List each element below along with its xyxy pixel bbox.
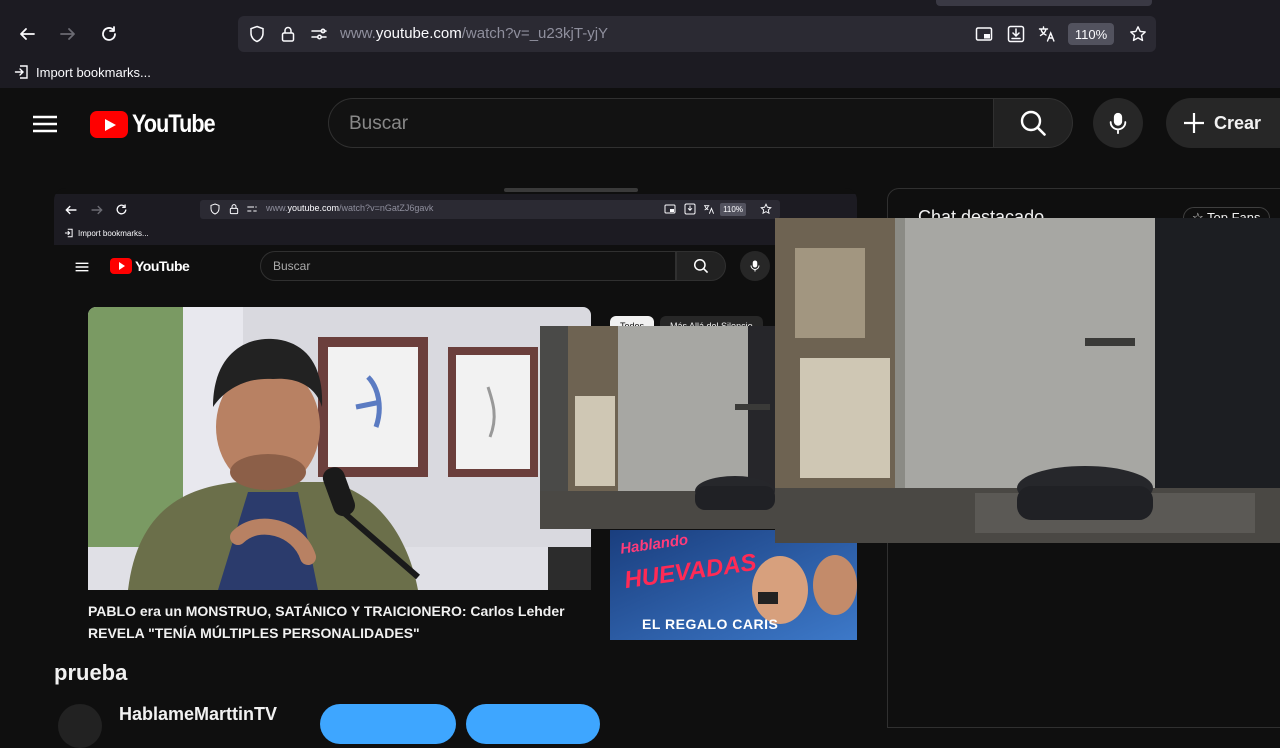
- search-input[interactable]: [349, 111, 949, 137]
- action-button-primary[interactable]: [320, 704, 456, 744]
- reload-icon: [116, 204, 127, 215]
- channel-avatar[interactable]: [58, 704, 102, 748]
- back-button[interactable]: [13, 20, 41, 48]
- embedded-video-title: PABLO era un MONSTRUO, SATÁNICO Y TRAICI…: [88, 603, 565, 641]
- translate-icon: [704, 205, 715, 214]
- bookmark-star-icon[interactable]: [1129, 25, 1147, 43]
- guide-menu-button[interactable]: [30, 110, 60, 138]
- site-permissions-icon[interactable]: [310, 25, 328, 43]
- embedded-search-box: Buscar: [260, 251, 676, 281]
- webcam-overlay-large: [775, 218, 1280, 543]
- search-icon: [693, 258, 709, 274]
- embedded-import-bookmarks: Import bookmarks...: [64, 228, 149, 238]
- bookmark-star-icon: [760, 203, 772, 215]
- import-bookmarks-link[interactable]: Import bookmarks...: [14, 62, 151, 82]
- video-title: prueba: [54, 660, 128, 685]
- channel-name-link[interactable]: HablameMarttinTV: [119, 704, 277, 725]
- forward-button[interactable]: [54, 20, 82, 48]
- picture-in-picture-icon: [664, 204, 676, 214]
- embedded-import-bookmarks-label: Import bookmarks...: [78, 228, 149, 238]
- reload-button[interactable]: [95, 20, 123, 48]
- zoom-level-button[interactable]: 110%: [1068, 23, 1114, 45]
- embedded-video-thumbnail: [88, 307, 591, 590]
- embedded-url-text: www.youtube.com/watch?v=nGatZJ6gavk: [266, 203, 434, 213]
- shield-icon[interactable]: [248, 25, 266, 43]
- webcam-frame-image: [775, 218, 1280, 543]
- shield-icon: [210, 203, 220, 215]
- youtube-logo[interactable]: YouTube: [90, 110, 228, 138]
- reload-icon: [102, 26, 116, 41]
- action-button-secondary[interactable]: [466, 704, 600, 744]
- import-icon: [64, 228, 73, 238]
- plus-icon: [1184, 113, 1204, 133]
- youtube-logo-text: YouTube: [132, 109, 216, 138]
- embedded-address-bar: www.youtube.com/watch?v=nGatZJ6gavk 110%: [200, 200, 780, 219]
- embedded-youtube-logo: YouTube: [110, 258, 190, 274]
- import-icon: [14, 65, 28, 79]
- create-button[interactable]: Crear: [1166, 98, 1280, 148]
- webcam-frame-image: [540, 326, 775, 529]
- lock-icon[interactable]: [279, 25, 297, 43]
- download-icon: [684, 203, 696, 215]
- search-button[interactable]: [993, 98, 1073, 148]
- picture-in-picture-icon[interactable]: [975, 25, 993, 43]
- embedded-browser-toolbar: www.youtube.com/watch?v=nGatZJ6gavk 110%…: [54, 194, 857, 245]
- microphone-icon: [1109, 112, 1127, 134]
- translate-icon[interactable]: [1038, 25, 1056, 43]
- embedded-youtube-masthead: YouTube Buscar: [54, 245, 857, 291]
- voice-search-button[interactable]: [1093, 98, 1143, 148]
- side-thumb-text-3: EL REGALO CARIS: [642, 616, 779, 632]
- youtube-play-icon: [110, 258, 132, 274]
- import-bookmarks-label: Import bookmarks...: [36, 64, 151, 80]
- youtube-play-icon: [90, 110, 128, 138]
- lock-icon: [229, 204, 239, 215]
- webcam-overlay-small: [540, 326, 775, 529]
- arrow-left-icon: [20, 28, 35, 40]
- embedded-logo-text: YouTube: [135, 258, 190, 274]
- hamburger-icon: [75, 262, 89, 272]
- embedded-search-button: [676, 251, 726, 281]
- arrow-right-icon: [91, 205, 103, 215]
- arrow-right-icon: [60, 28, 75, 40]
- arrow-left-icon: [65, 205, 77, 215]
- download-icon[interactable]: [1007, 25, 1025, 43]
- browser-toolbar: www.youtube.com/watch?v=_u23kjT-yjY 110%…: [0, 0, 1280, 88]
- url-text[interactable]: www.youtube.com/watch?v=_u23kjT-yjY: [340, 25, 608, 42]
- address-bar[interactable]: www.youtube.com/watch?v=_u23kjT-yjY 110%: [238, 16, 1156, 52]
- site-permissions-icon: [247, 206, 257, 212]
- microphone-icon: [750, 260, 760, 272]
- embedded-mic-button: [740, 251, 770, 281]
- tab-strip-hint: [936, 0, 1152, 6]
- embedded-side-thumbnail: Hablando HUEVADAS EL REGALO CARIS: [610, 530, 857, 640]
- create-button-label: Crear: [1214, 112, 1262, 133]
- youtube-masthead: YouTube Crear: [0, 88, 1280, 160]
- hamburger-icon: [33, 115, 57, 133]
- embedded-zoom-badge: 110%: [720, 203, 746, 216]
- embedded-tab-hint: [504, 188, 638, 192]
- search-icon: [1020, 110, 1046, 136]
- video-frame-image: [88, 307, 591, 590]
- embedded-search-placeholder: Buscar: [273, 259, 311, 273]
- search-box[interactable]: [328, 98, 994, 148]
